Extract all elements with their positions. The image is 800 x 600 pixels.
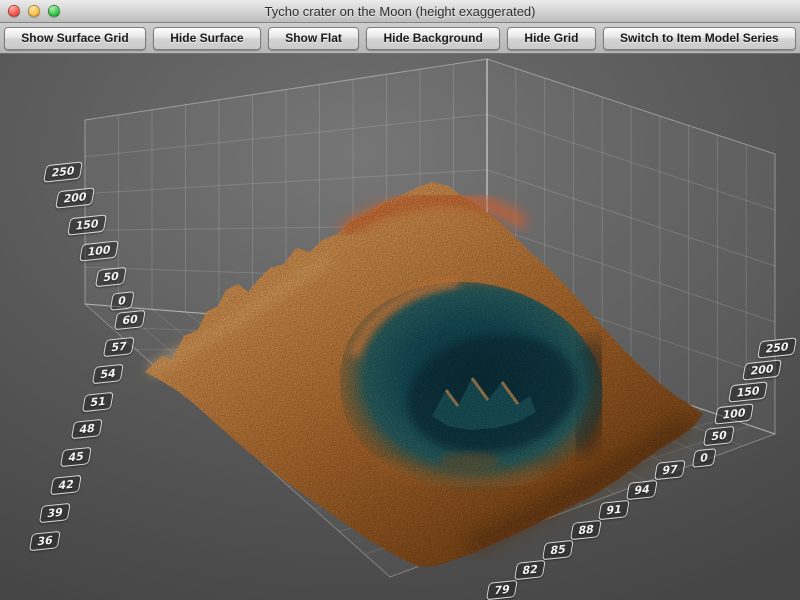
show-flat-button[interactable]: Show Flat	[268, 27, 359, 50]
hide-background-button[interactable]: Hide Background	[366, 27, 500, 50]
minimize-button[interactable]	[28, 5, 40, 17]
zoom-button[interactable]	[48, 5, 60, 17]
toolbar: Show Surface Grid Hide Surface Show Flat…	[0, 23, 800, 54]
window-title: Tycho crater on the Moon (height exagger…	[265, 4, 536, 19]
surface-3d-view[interactable]: 250 200 150 100 50 0 60 57 54 51 48 45 4…	[0, 54, 800, 600]
hide-grid-button[interactable]: Hide Grid	[507, 27, 596, 50]
show-surface-grid-button[interactable]: Show Surface Grid	[4, 27, 146, 50]
close-button[interactable]	[8, 5, 20, 17]
switch-item-model-button[interactable]: Switch to Item Model Series	[603, 27, 796, 50]
title-bar: Tycho crater on the Moon (height exagger…	[0, 0, 800, 23]
app-window: Tycho crater on the Moon (height exagger…	[0, 0, 800, 600]
window-controls	[8, 0, 60, 22]
hide-surface-button[interactable]: Hide Surface	[153, 27, 261, 50]
